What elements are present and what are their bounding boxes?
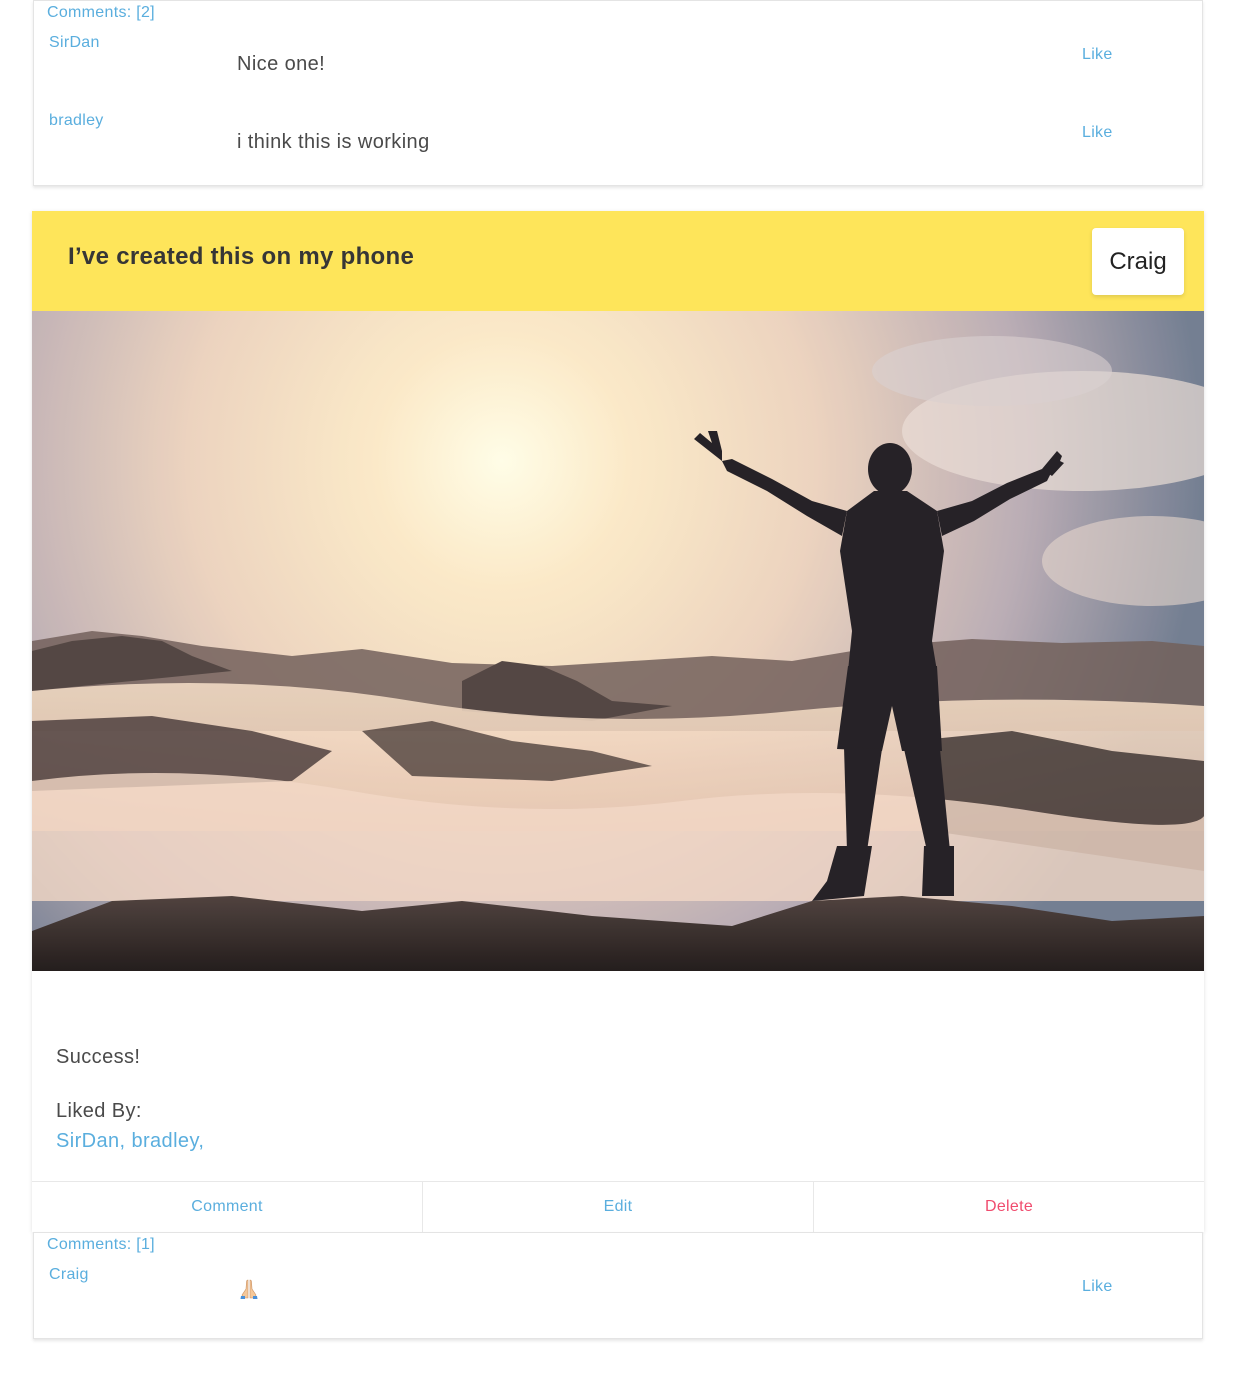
comment-like-button[interactable]: Like [1082,1278,1113,1296]
comment-item: Craig Like [34,1266,1202,1336]
post-card: I’ve created this on my phone Craig Succ… [32,211,1204,1232]
post-body: Success! [56,1046,141,1068]
comment-item: bradley i think this is working Like [34,112,1202,182]
comment-like-button[interactable]: Like [1082,46,1113,64]
comment-button[interactable]: Comment [32,1182,423,1232]
liked-by-label: Liked By: [56,1100,142,1122]
edit-button[interactable]: Edit [423,1182,814,1232]
folded-hands-icon [240,1279,258,1299]
comment-text: Nice one! [237,53,326,75]
feed-page: Comments: [2] SirDan Nice one! Like brad… [0,0,1250,1377]
post-header: I’ve created this on my phone Craig [32,211,1204,311]
comment-text: i think this is working [237,131,430,153]
post-image [32,311,1204,971]
comments-count[interactable]: Comments: [2] [47,4,155,22]
comment-author[interactable]: SirDan [49,34,100,52]
liked-by-users[interactable]: SirDan, bradley, [56,1130,204,1153]
post-title: I’ve created this on my phone [68,243,415,270]
post-footer: Comment Edit Delete [32,1181,1204,1232]
comment-author[interactable]: Craig [49,1266,89,1284]
comments-panel: Comments: [1] Craig Like [33,1232,1203,1339]
delete-button[interactable]: Delete [814,1182,1204,1232]
comments-panel-previous: Comments: [2] SirDan Nice one! Like brad… [33,0,1203,186]
comment-item: SirDan Nice one! Like [34,34,1202,104]
comment-like-button[interactable]: Like [1082,124,1113,142]
comment-author[interactable]: bradley [49,112,104,130]
comments-count[interactable]: Comments: [1] [47,1236,155,1254]
post-author-button[interactable]: Craig [1092,228,1184,295]
